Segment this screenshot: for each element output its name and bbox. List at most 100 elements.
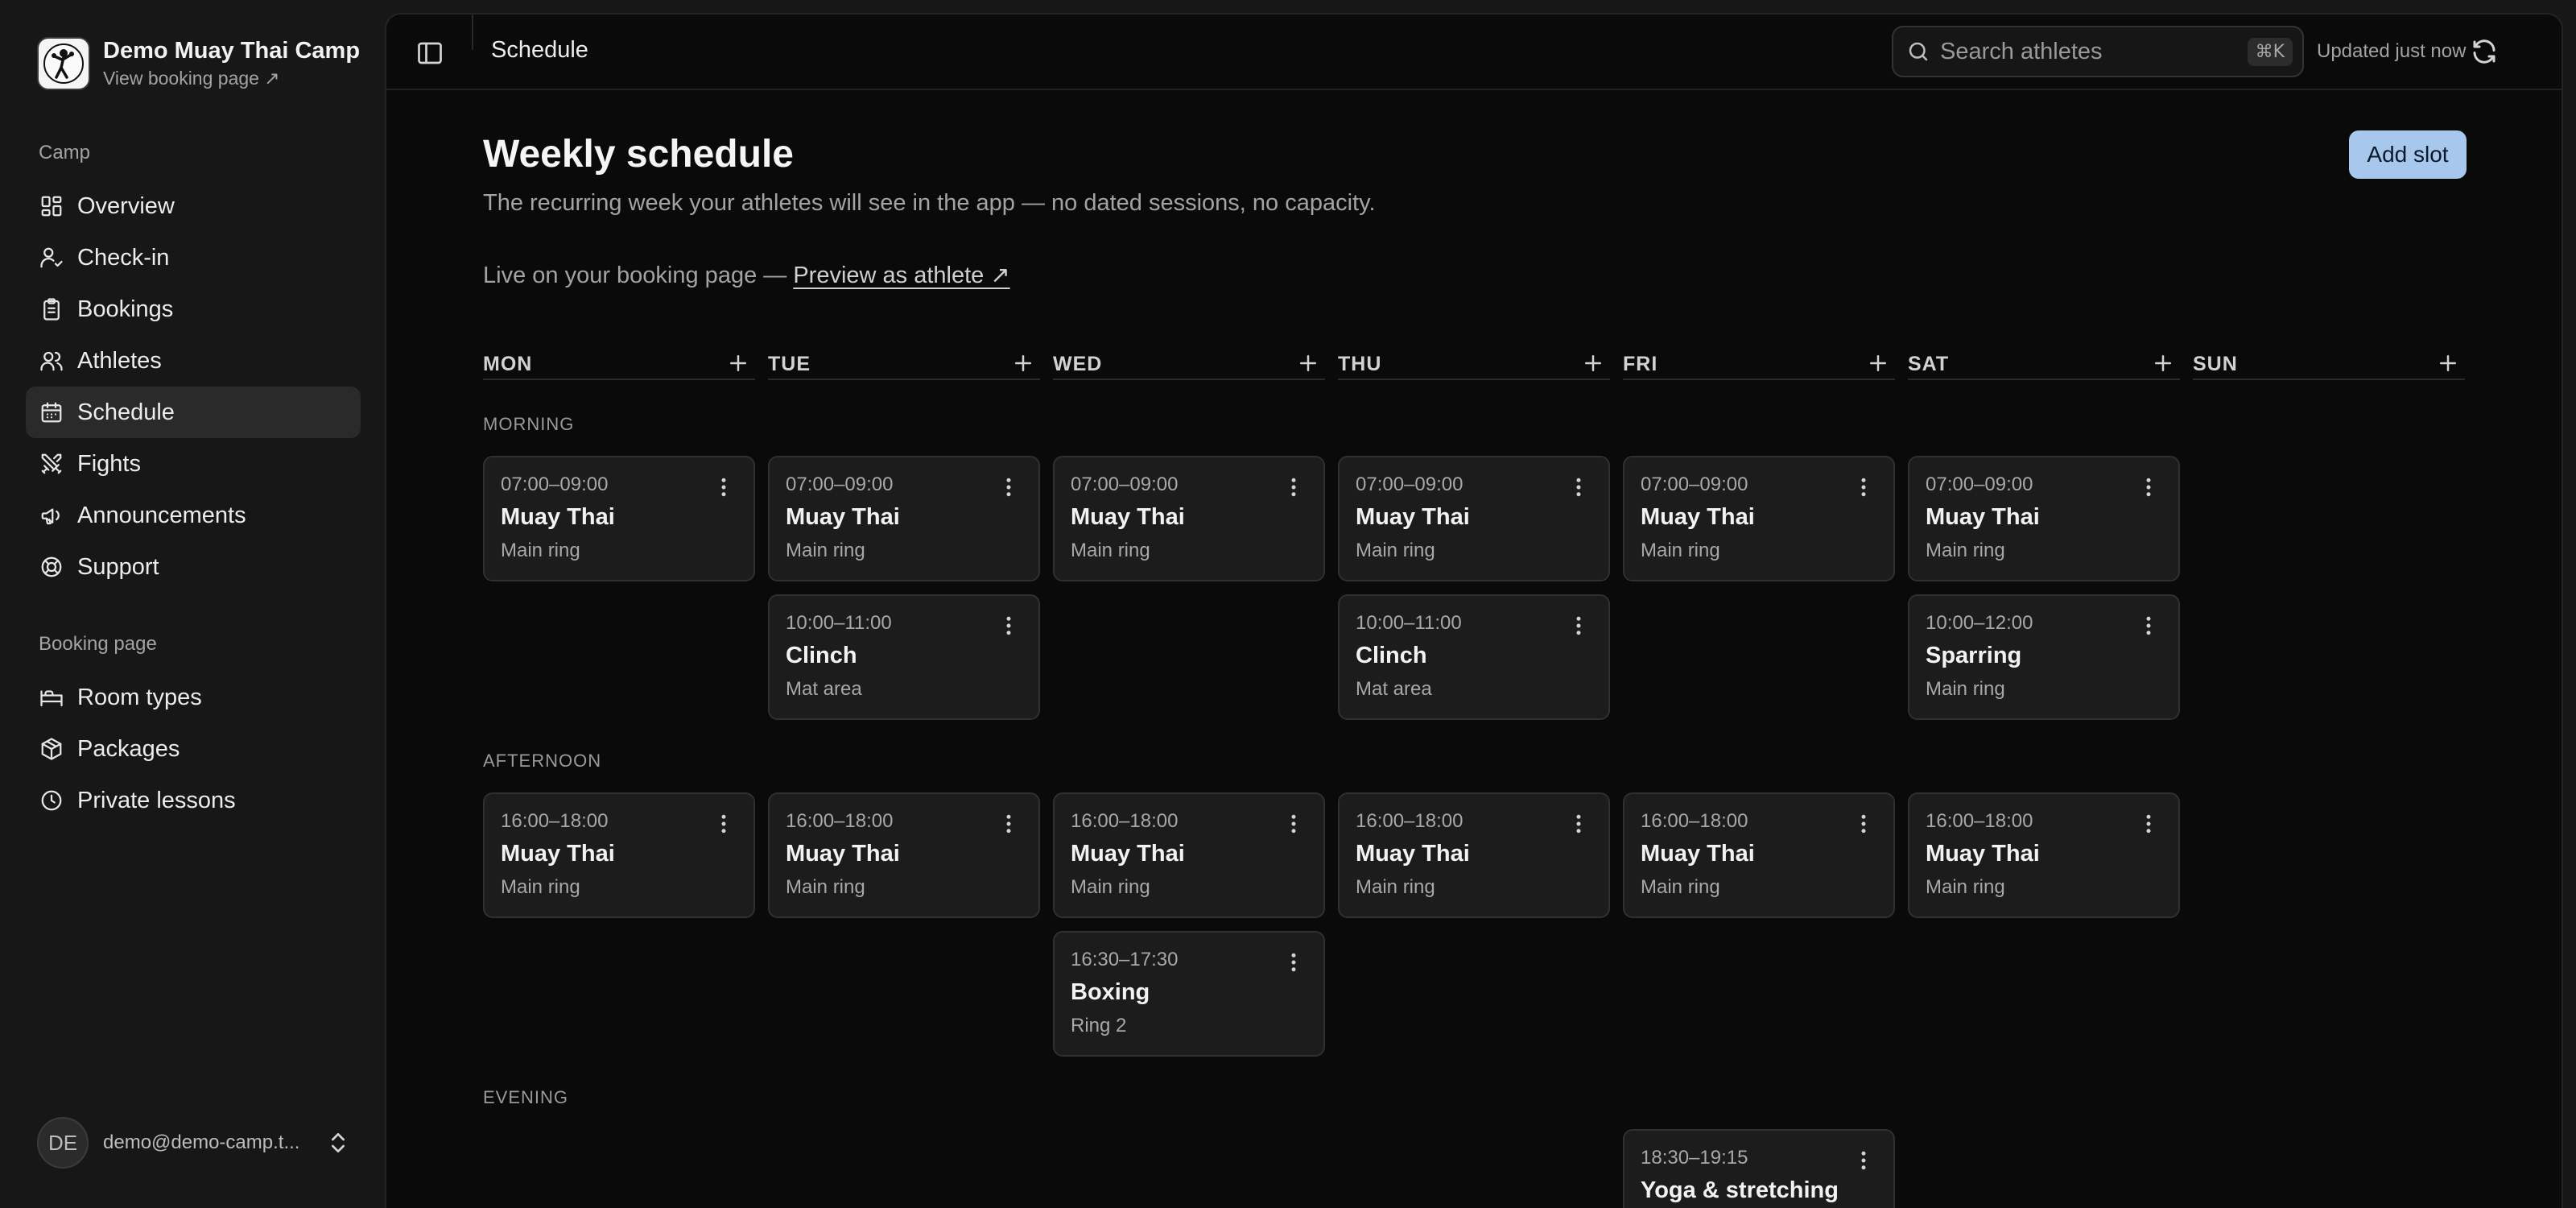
slot-card[interactable]: 10:00–12:00 Sparring Main ring: [1908, 594, 2180, 720]
sidebar-item-check-in[interactable]: Check-in: [26, 232, 361, 283]
more-vertical-icon[interactable]: [712, 812, 736, 836]
day-header-wed: WED: [1053, 333, 1325, 380]
slot-location: Main ring: [1641, 876, 1720, 898]
brand: Demo Muay Thai Camp View booking page ↗: [37, 37, 360, 90]
day-header-sun: SUN: [2193, 333, 2465, 380]
more-vertical-icon[interactable]: [1567, 614, 1591, 638]
nav-list-booking-page: Room types Packages Private lessons: [26, 672, 361, 826]
slot-time: 16:00–18:00: [501, 810, 609, 832]
user-menu[interactable]: DE demo@demo-camp.t...: [37, 1116, 351, 1169]
slot-card[interactable]: 07:00–09:00 Muay Thai Main ring: [1623, 456, 1895, 581]
topbar: Schedule ⌘K Updated just now: [386, 14, 2562, 90]
sidebar: Demo Muay Thai Camp View booking page ↗ …: [0, 0, 385, 1208]
slot-card[interactable]: 16:00–18:00 Muay Thai Main ring: [1053, 792, 1325, 918]
sidebar-item-announcements[interactable]: Announcements: [26, 490, 361, 541]
sidebar-item-fights[interactable]: Fights: [26, 438, 361, 490]
user-email: demo@demo-camp.t...: [103, 1131, 300, 1153]
nav-list-camp: Overview Check-in Bookings Athletes Schedule…: [26, 180, 361, 593]
sidebar-item-label: Overview: [77, 192, 175, 219]
sidebar-item-label: Room types: [77, 684, 202, 710]
more-vertical-icon[interactable]: [2136, 812, 2161, 836]
add-slot-sat-icon[interactable]: [2151, 351, 2175, 375]
more-vertical-icon[interactable]: [1282, 475, 1306, 499]
slot-card[interactable]: 07:00–09:00 Muay Thai Main ring: [768, 456, 1040, 581]
slot-title: Boxing: [1071, 979, 1150, 1005]
search-box[interactable]: ⌘K: [1892, 26, 2304, 77]
life-buoy-icon-wrap: [39, 554, 64, 580]
search-input[interactable]: [1940, 38, 2248, 65]
slot-card[interactable]: 16:30–17:30 Boxing Ring 2: [1053, 931, 1325, 1057]
add-slot-sun-icon[interactable]: [2436, 351, 2460, 375]
add-slot-thu-icon[interactable]: [1581, 351, 1605, 375]
day-name: WED: [1053, 353, 1103, 375]
add-slot-fri-icon[interactable]: [1866, 351, 1890, 375]
add-slot-button[interactable]: Add slot: [2349, 130, 2467, 179]
slot-title: Muay Thai: [1641, 841, 1755, 867]
slot-title: Muay Thai: [786, 504, 900, 530]
day-header-fri: FRI: [1623, 333, 1895, 380]
slot-card[interactable]: 10:00–11:00 Clinch Mat area: [768, 594, 1040, 720]
megaphone-icon-wrap: [39, 503, 64, 528]
slot-card[interactable]: 07:00–09:00 Muay Thai Main ring: [1908, 456, 2180, 581]
slot-card[interactable]: 16:00–18:00 Muay Thai Main ring: [1908, 792, 2180, 918]
slot-card[interactable]: 07:00–09:00 Muay Thai Main ring: [483, 456, 755, 581]
sidebar-item-packages[interactable]: Packages: [26, 723, 361, 775]
view-booking-page-link[interactable]: View booking page ↗: [103, 66, 360, 90]
more-vertical-icon[interactable]: [1567, 475, 1591, 499]
slot-location: Main ring: [1926, 678, 2005, 700]
more-vertical-icon[interactable]: [712, 475, 736, 499]
slot-location: Main ring: [786, 876, 865, 898]
sidebar-item-schedule[interactable]: Schedule: [26, 387, 361, 438]
slot-time: 07:00–09:00: [501, 474, 609, 495]
day-header-sat: SAT: [1908, 333, 2180, 380]
slot-card[interactable]: 10:00–11:00 Clinch Mat area: [1338, 594, 1610, 720]
sidebar-item-athletes[interactable]: Athletes: [26, 335, 361, 387]
slot-location: Mat area: [1356, 678, 1432, 700]
swords-icon-wrap: [39, 451, 64, 477]
more-vertical-icon[interactable]: [1282, 812, 1306, 836]
period-label-morning: MORNING: [483, 414, 575, 434]
more-vertical-icon[interactable]: [1567, 812, 1591, 836]
slot-title: Muay Thai: [1641, 504, 1755, 530]
slot-time: 16:30–17:30: [1071, 949, 1179, 970]
camp-logo[interactable]: [37, 37, 90, 90]
sidebar-item-private-lessons[interactable]: Private lessons: [26, 775, 361, 826]
slot-time: 07:00–09:00: [1641, 474, 1748, 495]
more-vertical-icon[interactable]: [997, 812, 1021, 836]
day-name: SAT: [1908, 353, 1950, 375]
add-slot-mon-icon[interactable]: [726, 351, 750, 375]
slot-time: 10:00–11:00: [786, 612, 892, 634]
sidebar-item-overview[interactable]: Overview: [26, 180, 361, 232]
more-vertical-icon[interactable]: [1852, 475, 1876, 499]
slot-title: Muay Thai: [1071, 841, 1185, 867]
sidebar-item-support[interactable]: Support: [26, 541, 361, 593]
clock-icon-wrap: [39, 788, 64, 813]
search-shortcut: ⌘K: [2247, 37, 2293, 66]
slot-location: Main ring: [1356, 540, 1435, 561]
slot-card[interactable]: 18:30–19:15Yoga & stretchingRooftop: [1623, 1129, 1895, 1208]
more-vertical-icon[interactable]: [997, 475, 1021, 499]
more-vertical-icon[interactable]: [1852, 1148, 1876, 1173]
slot-card[interactable]: 16:00–18:00 Muay Thai Main ring: [1623, 792, 1895, 918]
more-vertical-icon[interactable]: [1852, 812, 1876, 836]
page-breadcrumb: Schedule: [491, 37, 588, 63]
slot-card[interactable]: 16:00–18:00 Muay Thai Main ring: [768, 792, 1040, 918]
slot-card[interactable]: 16:00–18:00 Muay Thai Main ring: [483, 792, 755, 918]
refresh-icon[interactable]: [2470, 37, 2499, 66]
slot-card[interactable]: 07:00–09:00 Muay Thai Main ring: [1053, 456, 1325, 581]
sidebar-toggle-icon[interactable]: [415, 39, 444, 68]
more-vertical-icon[interactable]: [1282, 950, 1306, 974]
more-vertical-icon[interactable]: [2136, 614, 2161, 638]
add-slot-tue-icon[interactable]: [1011, 351, 1035, 375]
sidebar-item-label: Announcements: [77, 502, 246, 528]
slot-card[interactable]: 07:00–09:00 Muay Thai Main ring: [1338, 456, 1610, 581]
preview-as-athlete-link[interactable]: Preview as athlete ↗: [793, 263, 1009, 288]
slot-location: Main ring: [501, 540, 580, 561]
more-vertical-icon[interactable]: [997, 614, 1021, 638]
slot-time: 16:00–18:00: [1356, 810, 1463, 832]
slot-card[interactable]: 16:00–18:00 Muay Thai Main ring: [1338, 792, 1610, 918]
add-slot-wed-icon[interactable]: [1296, 351, 1320, 375]
sidebar-item-room-types[interactable]: Room types: [26, 672, 361, 723]
sidebar-item-bookings[interactable]: Bookings: [26, 283, 361, 335]
more-vertical-icon[interactable]: [2136, 475, 2161, 499]
